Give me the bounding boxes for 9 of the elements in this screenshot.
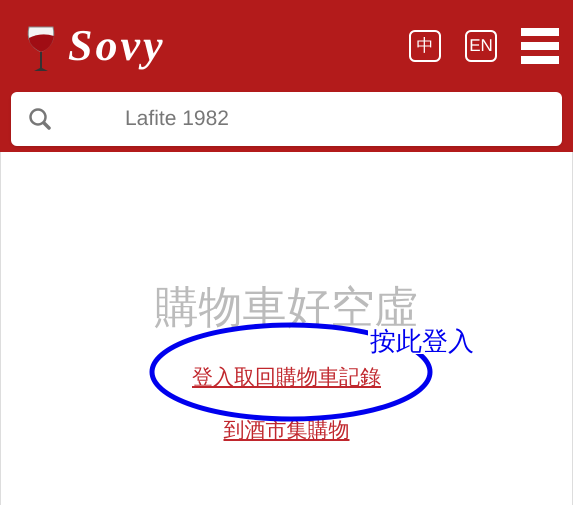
menu-icon[interactable]: [521, 28, 559, 64]
language-button[interactable]: 中: [409, 30, 441, 62]
logo-text[interactable]: Sovy: [68, 24, 166, 68]
login-link[interactable]: 登入取回購物車記錄: [192, 367, 381, 388]
search-field[interactable]: Lafite 1982: [11, 92, 562, 146]
language-button[interactable]: EN: [465, 30, 497, 62]
search-icon: [28, 107, 52, 131]
shop-link[interactable]: 到酒市集購物: [224, 420, 350, 441]
annotation-text: 按此登入: [368, 328, 476, 354]
